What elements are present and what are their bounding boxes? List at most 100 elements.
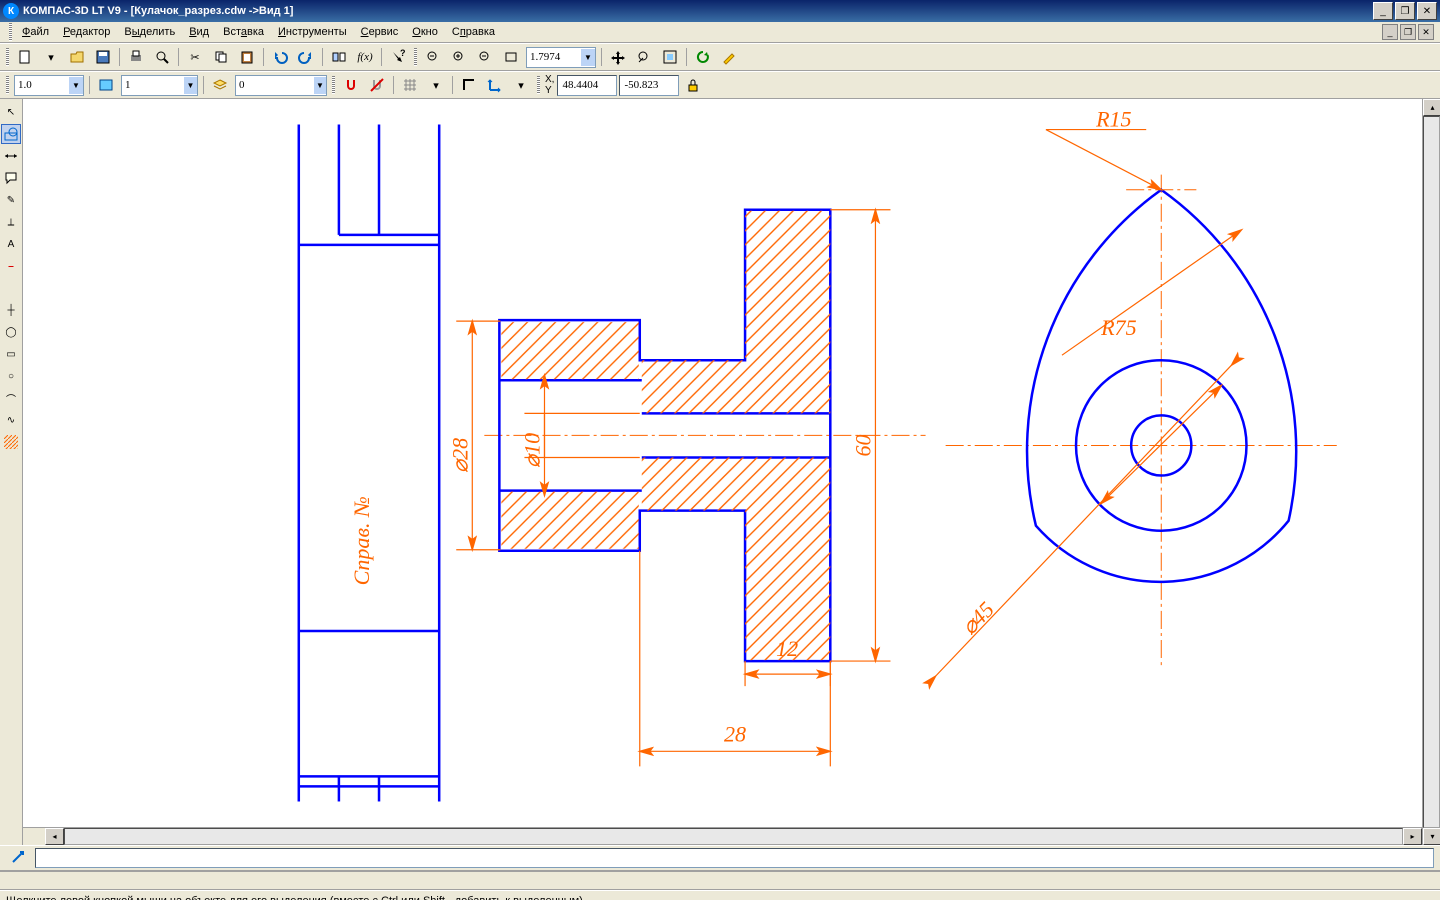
scale-combo[interactable]: ▼ [14, 75, 84, 96]
menu-window[interactable]: Окно [405, 24, 445, 40]
rect-tool[interactable]: ▭ [1, 344, 21, 364]
undo-button[interactable] [268, 45, 292, 69]
hatch-tool[interactable] [1, 432, 21, 452]
menu-view[interactable]: Вид [182, 24, 216, 40]
mdi-minimize-button[interactable]: _ [1382, 24, 1398, 40]
grip-icon [414, 48, 417, 66]
arc-tool[interactable]: ⌒ [1, 388, 21, 408]
zoom-input[interactable] [527, 51, 581, 63]
dim-d10: ⌀10 [519, 433, 544, 468]
window-titlebar: К КОМПАС-3D LT V9 - [Кулачок_разрез.cdw … [0, 0, 1440, 22]
zoom-window-button[interactable] [421, 45, 445, 69]
ortho-button[interactable] [457, 73, 481, 97]
menu-tools[interactable]: Инструменты [271, 24, 354, 40]
status-bar: Щелкните левой кнопкой мыши на объекте д… [0, 890, 1440, 900]
dimension-tool[interactable] [1, 146, 21, 166]
pan-button[interactable] [606, 45, 630, 69]
paste-button[interactable] [235, 45, 259, 69]
copy-button[interactable] [209, 45, 233, 69]
print-button[interactable] [124, 45, 148, 69]
select-tool[interactable]: ↖ [1, 102, 21, 122]
scroll-right-button[interactable]: ▸ [1403, 828, 1422, 845]
new-dropdown-button[interactable]: ▾ [39, 45, 63, 69]
grip-icon [6, 48, 9, 66]
snap-off-button[interactable] [365, 73, 389, 97]
snap-on-button[interactable] [339, 73, 363, 97]
scale-input[interactable] [15, 79, 69, 91]
dim-r15: R15 [1095, 107, 1132, 132]
view-combo[interactable]: ▼ [121, 75, 198, 96]
open-button[interactable] [65, 45, 89, 69]
layer-input[interactable] [236, 79, 314, 91]
param-tool[interactable]: ⟂ [1, 212, 21, 232]
line-tool[interactable]: ◯ [1, 322, 21, 342]
macro-tool[interactable]: ⎯ [1, 256, 21, 276]
mdi-restore-button[interactable]: ❐ [1400, 24, 1416, 40]
menu-help[interactable]: Справка [445, 24, 502, 40]
scroll-up-button[interactable]: ▴ [1423, 99, 1440, 116]
edit-tool[interactable]: ✎ [1, 190, 21, 210]
restore-button[interactable]: ❐ [1395, 2, 1415, 20]
cut-button[interactable]: ✂ [183, 45, 207, 69]
spline-tool[interactable]: ∿ [1, 410, 21, 430]
preview-button[interactable] [150, 45, 174, 69]
close-button[interactable]: ✕ [1417, 2, 1437, 20]
redo-button[interactable] [294, 45, 318, 69]
chevron-down-icon[interactable]: ▼ [581, 49, 595, 66]
save-button[interactable] [91, 45, 115, 69]
layer-combo[interactable]: ▼ [235, 75, 327, 96]
view-state-button[interactable] [94, 73, 118, 97]
manager-button[interactable] [327, 45, 351, 69]
mdi-close-button[interactable]: ✕ [1418, 24, 1434, 40]
new-button[interactable] [13, 45, 37, 69]
prop-apply-button[interactable] [7, 846, 31, 870]
xy-icon: X,Y [543, 74, 556, 96]
menu-insert[interactable]: Вставка [216, 24, 271, 40]
dim-28: 28 [724, 721, 746, 746]
menu-service[interactable]: Сервис [354, 24, 406, 40]
zoom-in-button[interactable] [447, 45, 471, 69]
help-arrow-button[interactable]: ? [386, 45, 410, 69]
variables-button[interactable]: f(x) [353, 45, 377, 69]
grid-dd-button[interactable]: ▾ [424, 73, 448, 97]
menu-edit[interactable]: Редактор [56, 24, 117, 40]
circle-tool[interactable]: ○ [1, 366, 21, 386]
localcs-button[interactable] [483, 73, 507, 97]
window-title: КОМПАС-3D LT V9 - [Кулачок_разрез.cdw ->… [23, 5, 1371, 17]
dim-d28: ⌀28 [447, 438, 472, 473]
coord-x-readout: 48.4404 [557, 75, 617, 96]
coord-y-readout: -50.823 [619, 75, 679, 96]
tool-palette: ↖ ✎ ⟂ A ⎯ ┼ ◯ ▭ ○ ⌒ ∿ [0, 99, 23, 845]
hscroll-track[interactable] [64, 828, 1403, 845]
zoom-fit-button[interactable] [499, 45, 523, 69]
zoom-prev-button[interactable] [632, 45, 656, 69]
view-input[interactable] [122, 79, 184, 91]
menu-select[interactable]: Выделить [117, 24, 182, 40]
localcs-dd-button[interactable]: ▾ [509, 73, 533, 97]
zoom-all-button[interactable] [658, 45, 682, 69]
menubar: Файл Редактор Выделить Вид Вставка Инстр… [0, 22, 1440, 43]
coord-lock-button[interactable] [681, 73, 705, 97]
chevron-down-icon[interactable]: ▼ [69, 77, 83, 94]
svg-text:?: ? [400, 49, 406, 58]
layer-state-button[interactable] [208, 73, 232, 97]
property-input[interactable] [35, 848, 1434, 868]
chevron-down-icon[interactable]: ▼ [184, 77, 197, 94]
point-tool[interactable]: ┼ [1, 300, 21, 320]
zoom-combo[interactable]: ▼ [526, 47, 596, 68]
drawing-canvas[interactable]: Справ. № [23, 99, 1422, 827]
menu-file[interactable]: Файл [15, 24, 56, 40]
dim-60: 60 [850, 434, 875, 456]
scroll-left-button[interactable]: ◂ [45, 828, 64, 845]
redraw-button[interactable] [717, 45, 741, 69]
minimize-button[interactable]: _ [1373, 2, 1393, 20]
grid-button[interactable] [398, 73, 422, 97]
measure-tool[interactable]: A [1, 234, 21, 254]
refresh-button[interactable] [691, 45, 715, 69]
annotation-tool[interactable] [1, 168, 21, 188]
zoom-out-button[interactable] [473, 45, 497, 69]
chevron-down-icon[interactable]: ▼ [314, 77, 326, 94]
geometry-tool[interactable] [1, 124, 21, 144]
vscroll-track[interactable] [1423, 116, 1440, 828]
scroll-down-button[interactable]: ▾ [1423, 828, 1440, 845]
